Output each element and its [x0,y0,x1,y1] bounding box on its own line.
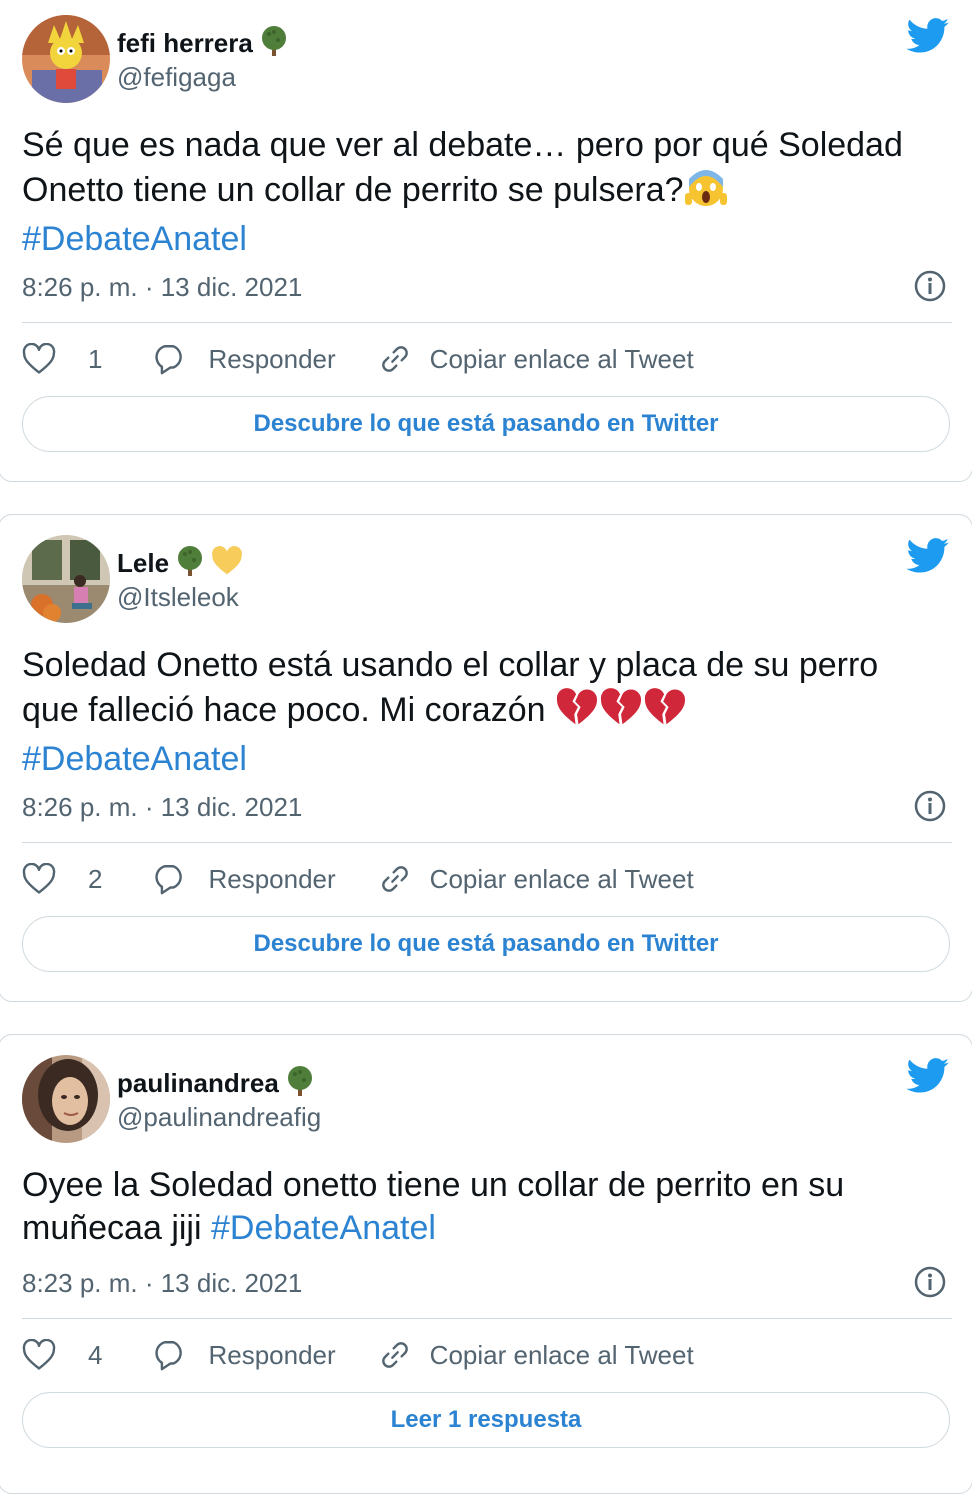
broken-heart-emoji-icon [643,687,687,738]
yellow-heart-emoji-icon [211,546,243,581]
link-icon [378,863,412,895]
reply-button[interactable]: Responder [152,343,336,375]
timestamp[interactable]: 8:23 p. m. · 13 dic. 2021 [22,1268,302,1299]
avatar[interactable] [22,1055,110,1143]
screaming-face-emoji-icon [684,167,728,218]
broken-heart-emoji-icon [599,687,643,738]
tweet-actions: 1 Responder Copiar enlace al Tweet [22,343,694,375]
like-button[interactable]: 1 [22,343,102,375]
user-handle[interactable]: @paulinandreafig [117,1102,321,1133]
broken-heart-emoji-icon [555,687,599,738]
like-count: 2 [88,863,103,894]
twitter-bird-icon[interactable] [906,538,950,574]
heart-icon [22,343,56,375]
copy-link-button[interactable]: Copiar enlace al Tweet [378,1339,694,1371]
like-button[interactable]: 2 [22,863,102,895]
tweet-actions: 4 Responder Copiar enlace al Tweet [22,1339,694,1371]
user-handle[interactable]: @Itsleleok [117,582,239,613]
reply-bubble-icon [152,343,186,375]
heart-icon [22,863,56,895]
info-icon[interactable] [914,790,946,822]
tree-emoji-icon [173,544,207,583]
like-button[interactable]: 4 [22,1339,102,1371]
link-icon [378,1339,412,1371]
user-handle[interactable]: @fefigaga [117,62,236,93]
avatar[interactable] [22,535,110,623]
discover-twitter-button[interactable]: Descubre lo que está pasando en Twitter [22,396,950,452]
hashtag-link[interactable]: #DebateAnatel [211,1209,436,1247]
twitter-bird-icon[interactable] [906,18,950,54]
display-name[interactable]: fefi herrera [117,28,253,59]
display-name[interactable]: paulinandrea [117,1068,279,1099]
tweet-text: Soledad Onetto está usando el collar y p… [22,646,879,778]
hashtag-link[interactable]: #DebateAnatel [22,220,247,258]
timestamp[interactable]: 8:26 p. m. · 13 dic. 2021 [22,272,302,303]
heart-icon [22,1339,56,1371]
hashtag-link[interactable]: #DebateAnatel [22,740,247,778]
tweet-text: Sé que es nada que ver al debate… pero p… [22,126,903,258]
avatar[interactable] [22,15,110,103]
info-icon[interactable] [914,1266,946,1298]
discover-twitter-button[interactable]: Descubre lo que está pasando en Twitter [22,916,950,972]
copy-link-button[interactable]: Copiar enlace al Tweet [378,343,694,375]
divider [22,842,952,843]
tree-emoji-icon [283,1064,317,1103]
link-icon [378,343,412,375]
info-icon[interactable] [914,270,946,302]
reply-bubble-icon [152,1339,186,1371]
tweet-actions: 2 Responder Copiar enlace al Tweet [22,863,694,895]
reply-button[interactable]: Responder [152,1339,336,1371]
copy-link-button[interactable]: Copiar enlace al Tweet [378,863,694,895]
divider [22,1318,952,1319]
twitter-bird-icon[interactable] [906,1058,950,1094]
tweet-text: Oyee la Soledad onetto tiene un collar d… [22,1166,845,1247]
reply-bubble-icon [152,863,186,895]
tree-emoji-icon [257,24,291,63]
like-count: 1 [88,343,103,374]
display-name[interactable]: Lele [117,548,169,579]
read-replies-button[interactable]: Leer 1 respuesta [22,1392,950,1448]
divider [22,322,952,323]
timestamp[interactable]: 8:26 p. m. · 13 dic. 2021 [22,792,302,823]
reply-button[interactable]: Responder [152,863,336,895]
like-count: 4 [88,1339,103,1370]
